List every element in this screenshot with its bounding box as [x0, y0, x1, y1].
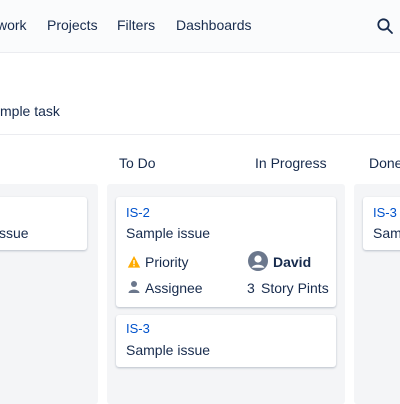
card-title: Sample issue	[126, 225, 211, 241]
story-points-value: 3	[247, 280, 255, 296]
board-title: mple task	[0, 103, 60, 119]
nav-item-your-work[interactable]: work	[0, 17, 27, 33]
nav-item-projects[interactable]: Projects	[47, 17, 98, 33]
column-header-in-progress: In Progress	[255, 155, 327, 171]
assignee-name: David	[273, 254, 312, 270]
issue-card[interactable]: ssue	[0, 197, 87, 250]
priority-label: Priority	[145, 254, 189, 270]
issue-card-done[interactable]: IS-3 Sam	[363, 197, 400, 250]
avatar	[248, 251, 268, 271]
person-icon	[128, 280, 140, 294]
card-key[interactable]: IS-2	[126, 205, 150, 220]
column-header-done: Done	[369, 155, 400, 171]
card-title: ssue	[0, 225, 29, 241]
top-navigation: work Projects Filters Dashboards	[0, 0, 400, 53]
card-key[interactable]: IS-3	[126, 321, 150, 336]
issue-card-is-2[interactable]: IS-2 Sample issue Priority David Assigne…	[116, 197, 336, 307]
search-icon[interactable]	[376, 17, 394, 35]
warning-icon	[127, 255, 141, 269]
nav-item-dashboards[interactable]: Dashboards	[176, 17, 252, 33]
board-subheader	[0, 53, 400, 135]
card-title: Sample issue	[126, 342, 211, 358]
column-header-to-do: To Do	[119, 155, 156, 171]
nav-item-filters[interactable]: Filters	[117, 17, 155, 33]
assignee-label: Assignee	[145, 280, 203, 296]
story-points-label: Story Pints	[261, 280, 329, 296]
issue-card-is-3[interactable]: IS-3 Sample issue	[116, 315, 336, 367]
card-key[interactable]: IS-3	[373, 205, 397, 220]
card-title: Sam	[373, 225, 400, 241]
